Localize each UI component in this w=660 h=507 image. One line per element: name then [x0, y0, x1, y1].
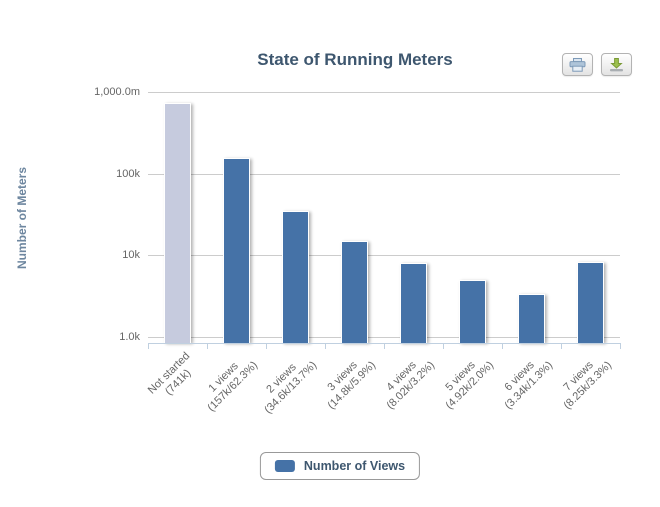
printer-icon [569, 58, 586, 72]
x-axis-category-label: 3 views (14.8k/5.9%) [316, 350, 378, 412]
y-axis-tick-label: 10k [40, 249, 140, 261]
gridline-10k [148, 255, 620, 256]
y-axis-tick-label: 1,000.0m [40, 86, 140, 98]
x-axis-category-label: 5 views (4.92k/2.0%) [434, 350, 496, 412]
x-axis-category-label: 7 views (8.25k/3.3%) [552, 350, 614, 412]
print-chart-button[interactable] [562, 53, 593, 76]
x-axis-tick [148, 344, 149, 349]
gridline-1,000.0m [148, 92, 620, 93]
legend[interactable]: Number of Views [260, 452, 420, 480]
x-axis-tick [502, 344, 503, 349]
bar-3-views[interactable] [341, 241, 368, 343]
download-icon [608, 58, 625, 72]
bar-not-started[interactable] [164, 103, 191, 343]
x-axis-category-label: 4 views (8.02k/3.2%) [375, 350, 437, 412]
x-axis-category-label: Not started (741k) [145, 350, 201, 406]
x-axis-category-label: 6 views (3.34k/1.3%) [493, 350, 555, 412]
bar-5-views[interactable] [459, 280, 486, 343]
x-axis-tick [443, 344, 444, 349]
y-axis-tick-label: 100k [40, 168, 140, 180]
download-chart-button[interactable] [601, 53, 632, 76]
gridline-1.0k [148, 337, 620, 338]
x-axis-tick [384, 344, 385, 349]
bar-1-views[interactable] [223, 158, 250, 343]
y-axis-tick-label: 1.0k [40, 331, 140, 343]
y-axis-title: Number of Meters [15, 167, 29, 269]
x-axis-tick [561, 344, 562, 349]
chart-title: State of Running Meters [95, 50, 615, 70]
x-axis-tick [325, 344, 326, 349]
gridline-100k [148, 174, 620, 175]
x-axis-tick [207, 344, 208, 349]
x-axis-tick [266, 344, 267, 349]
bar-7-views[interactable] [577, 262, 604, 343]
legend-label: Number of Views [304, 459, 405, 473]
x-axis-tick [620, 344, 621, 349]
bar-2-views[interactable] [282, 211, 309, 343]
chart-container: State of Running Meters Number of Meters… [0, 0, 660, 507]
x-axis-category-label: 1 views (157k/62.3%) [196, 350, 261, 415]
bar-4-views[interactable] [400, 263, 427, 343]
x-axis-category-label: 2 views (34.6k/13.7%) [253, 350, 320, 417]
legend-swatch-icon [275, 460, 295, 472]
bar-6-views[interactable] [518, 294, 545, 343]
